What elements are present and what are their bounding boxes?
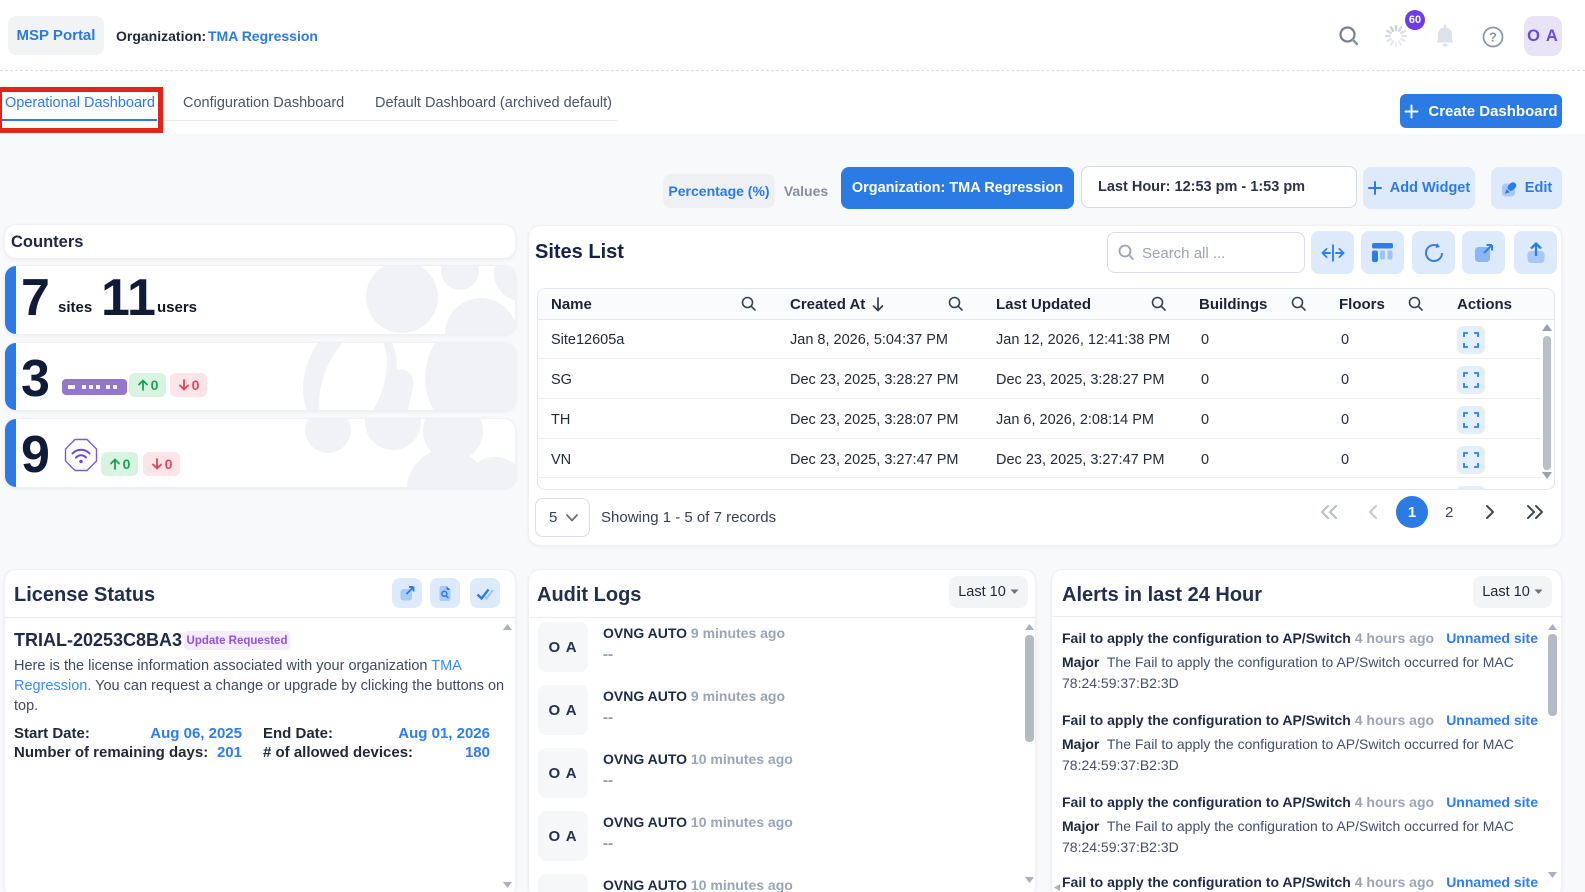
svg-text:?: ? [1489,30,1497,44]
